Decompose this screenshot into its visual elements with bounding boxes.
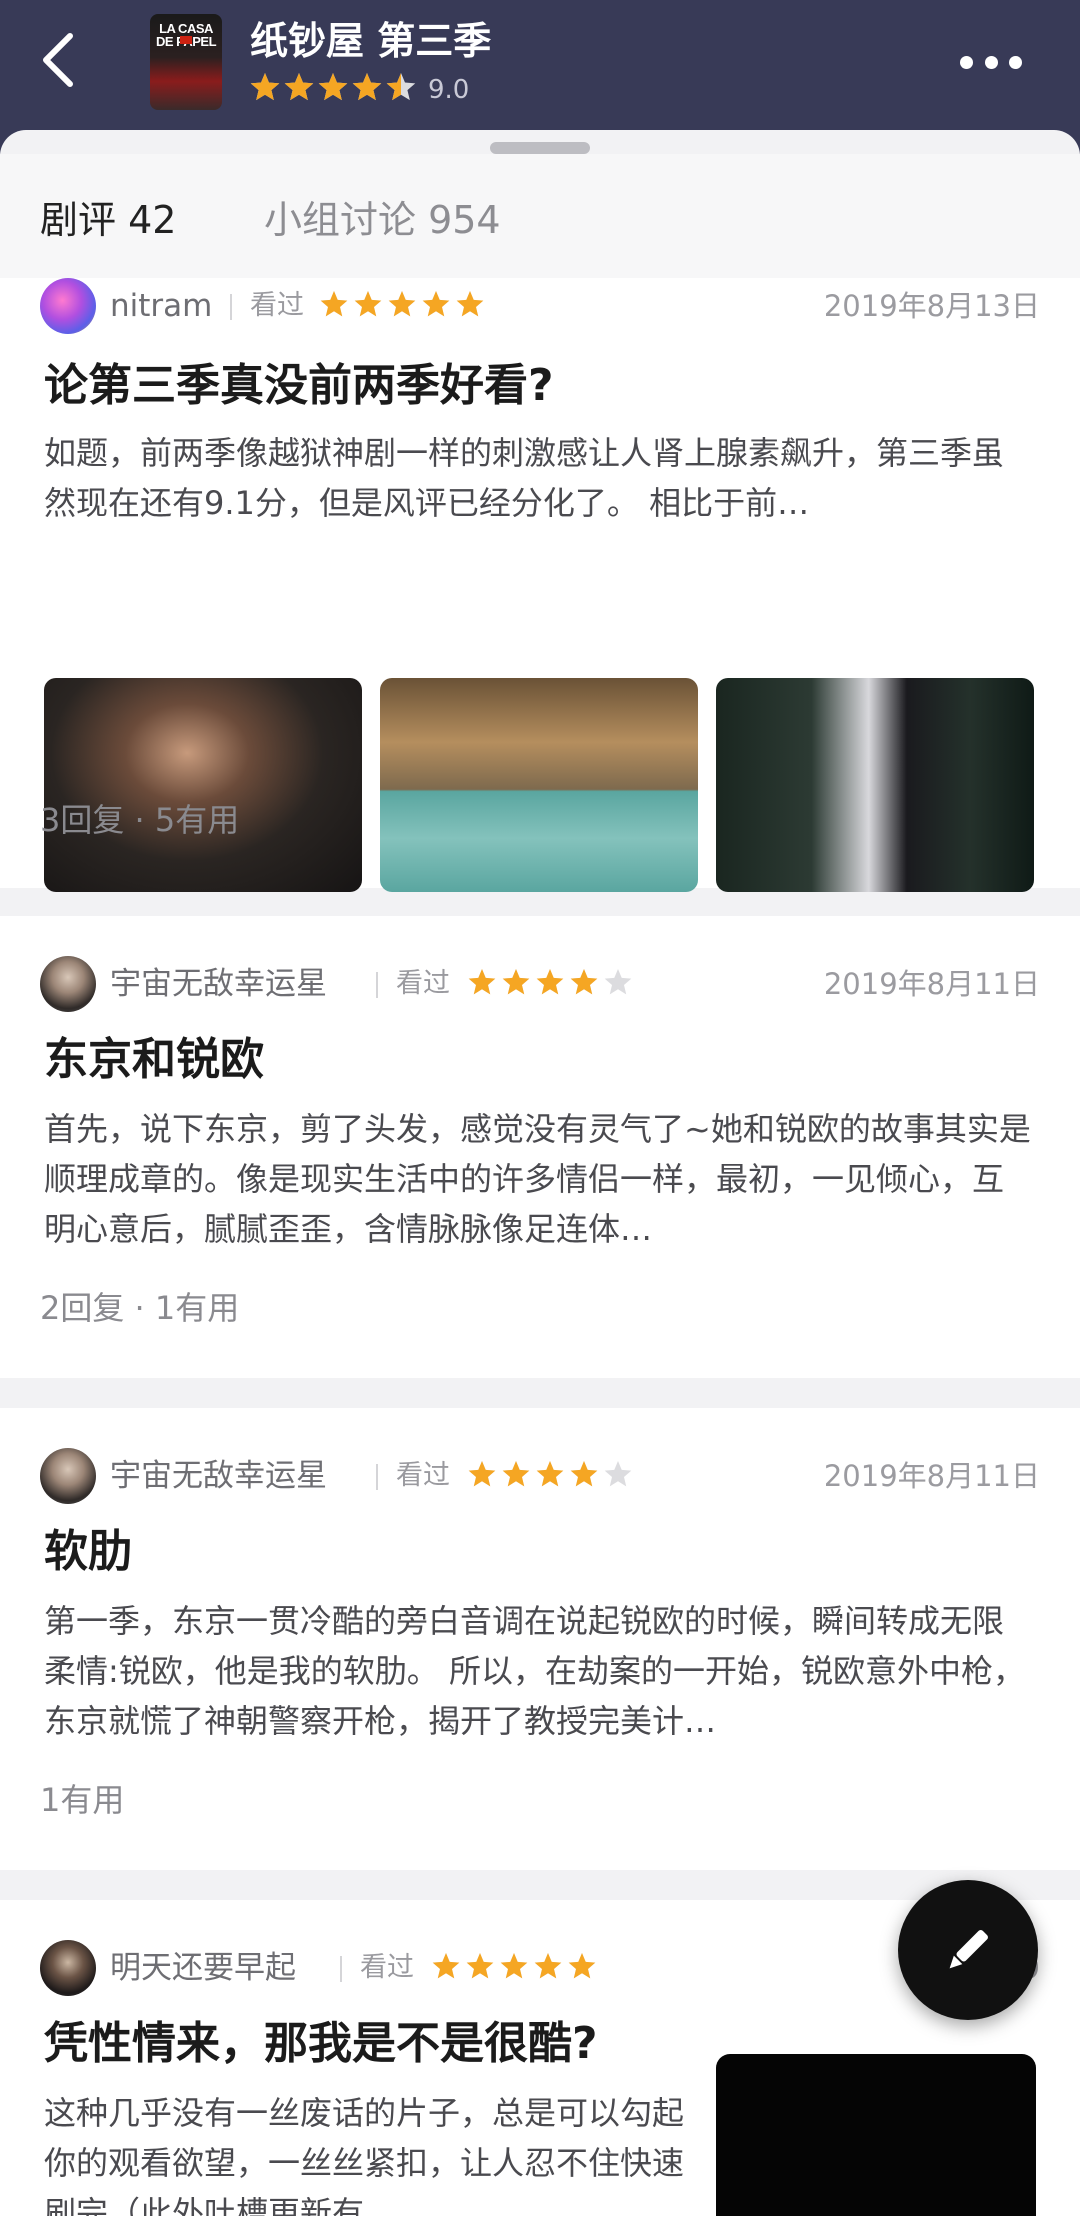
- tab-reviews[interactable]: 剧评 42: [40, 194, 176, 246]
- review-date: 2019年8月11日: [823, 967, 1040, 1001]
- star-icon: [604, 1461, 632, 1487]
- watched-label: 看过: [396, 968, 450, 999]
- rating-stars: [250, 73, 416, 101]
- review-title[interactable]: 软肋: [44, 1522, 132, 1582]
- header-rating: 9.0: [250, 72, 469, 108]
- review-title[interactable]: 论第三季真没前两季好看?: [44, 356, 554, 416]
- star-icon-filled: [534, 1953, 562, 1979]
- review-stats: 3回复 · 5有用: [40, 801, 240, 839]
- star-icon-filled: [570, 969, 598, 995]
- star-icon-filled: [284, 73, 314, 101]
- star-icon-filled: [250, 73, 280, 101]
- avatar[interactable]: [40, 956, 96, 1012]
- star-icon-filled: [354, 291, 382, 317]
- review-stats: 2回复 · 1有用: [40, 1289, 240, 1327]
- star-icon-filled: [568, 1953, 596, 1979]
- review-card[interactable]: 宇宙无敌幸运星 看过 2019年8月11日 软肋 第一季，东京一贯冷酷的旁白音调…: [0, 1408, 1080, 1870]
- review-image[interactable]: [44, 678, 362, 892]
- star-icon-filled: [456, 291, 484, 317]
- star-icon-filled: [432, 1953, 460, 1979]
- review-card[interactable]: 宇宙无敌幸运星 看过 2019年8月11日 东京和锐欧 首先，说下东京，剪了头发…: [0, 916, 1080, 1378]
- review-meta: 宇宙无敌幸运星 看过 2019年8月11日: [40, 956, 1040, 1012]
- tab-group-discussions[interactable]: 小组讨论 954: [264, 194, 501, 246]
- rating-stars: [320, 291, 484, 317]
- username[interactable]: 明天还要早起: [110, 1940, 296, 1996]
- review-excerpt[interactable]: 如题，前两季像越狱神剧一样的刺激感让人肾上腺素飙升，第三季虽然现在还有9.1分，…: [44, 428, 1034, 528]
- star-icon-filled: [352, 73, 382, 101]
- show-poster[interactable]: LA CASA DE PAPEL: [150, 14, 222, 110]
- review-meta: nitram 看过 2019年8月13日: [40, 278, 1040, 334]
- more-button[interactable]: [960, 48, 1022, 76]
- review-meta: 宇宙无敌幸运星 看过 2019年8月11日: [40, 1448, 1040, 1504]
- avatar[interactable]: [40, 278, 96, 334]
- star-icon-filled: [500, 1953, 528, 1979]
- star-icon-filled: [570, 1461, 598, 1487]
- star-icon-filled: [536, 1461, 564, 1487]
- rating-stars: [468, 1461, 632, 1487]
- chevron-left-icon: [43, 33, 73, 87]
- tab-bar: 剧评 42 小组讨论 954: [0, 154, 1080, 304]
- review-title[interactable]: 东京和锐欧: [44, 1030, 264, 1090]
- star-icon-filled: [422, 291, 450, 317]
- star-icon-filled: [502, 969, 530, 995]
- write-review-button[interactable]: [898, 1880, 1038, 2020]
- review-stats: 1有用: [40, 1781, 125, 1819]
- star-icon-filled: [466, 1953, 494, 1979]
- username[interactable]: nitram: [110, 278, 212, 334]
- review-image[interactable]: [380, 678, 698, 892]
- drag-handle[interactable]: [490, 142, 590, 154]
- show-title: 纸钞屋 第三季: [250, 19, 492, 63]
- pencil-icon: [949, 1930, 988, 1969]
- star-icon-filled: [468, 1461, 496, 1487]
- avatar[interactable]: [40, 1940, 96, 1996]
- review-meta: 明天还要早起 看过 2019: [40, 1940, 1040, 1996]
- review-title[interactable]: 凭性情来，那我是不是很酷?: [44, 2014, 598, 2074]
- username[interactable]: 宇宙无敌幸运星: [110, 1448, 327, 1504]
- review-date: 2019年8月11日: [823, 1459, 1040, 1493]
- rating-score: 9.0: [428, 75, 470, 105]
- review-excerpt[interactable]: 这种几乎没有一丝废话的片子，总是可以勾起你的观看欲望，一丝丝紧扣，让人忍不住快速…: [44, 2088, 684, 2216]
- more-dots-icon: [960, 55, 973, 69]
- star-icon: [604, 969, 632, 995]
- review-date: 2019年8月13日: [823, 289, 1040, 323]
- back-button[interactable]: [30, 30, 90, 90]
- star-icon-filled: [320, 291, 348, 317]
- poster-logo-text: LA CASA DE PAPEL: [155, 21, 217, 49]
- username[interactable]: 宇宙无敌幸运星: [110, 956, 327, 1012]
- star-icon-filled: [318, 73, 348, 101]
- rating-stars: [468, 969, 632, 995]
- review-excerpt[interactable]: 首先，说下东京，剪了头发，感觉没有灵气了~她和锐欧的故事其实是顺理成章的。像是现…: [44, 1104, 1034, 1254]
- star-icon-filled: [536, 969, 564, 995]
- watched-label: 看过: [250, 290, 304, 321]
- review-images: [44, 678, 1034, 892]
- watched-label: 看过: [396, 1460, 450, 1491]
- rating-stars: [432, 1953, 596, 1979]
- review-excerpt[interactable]: 第一季，东京一贯冷酷的旁白音调在说起锐欧的时候，瞬间转成无限柔情:锐欧，他是我的…: [44, 1596, 1034, 1746]
- review-image[interactable]: [716, 678, 1034, 892]
- star-icon-filled: [502, 1461, 530, 1487]
- review-image[interactable]: [716, 2054, 1036, 2216]
- review-card[interactable]: nitram 看过 2019年8月13日 论第三季真没前两季好看? 如题，前两季…: [0, 278, 1080, 892]
- star-icon-filled: [468, 969, 496, 995]
- top-bar: LA CASA DE PAPEL 纸钞屋 第三季 9.0: [0, 0, 1080, 140]
- watched-label: 看过: [360, 1952, 414, 1983]
- avatar[interactable]: [40, 1448, 96, 1504]
- star-icon-filled: [388, 291, 416, 317]
